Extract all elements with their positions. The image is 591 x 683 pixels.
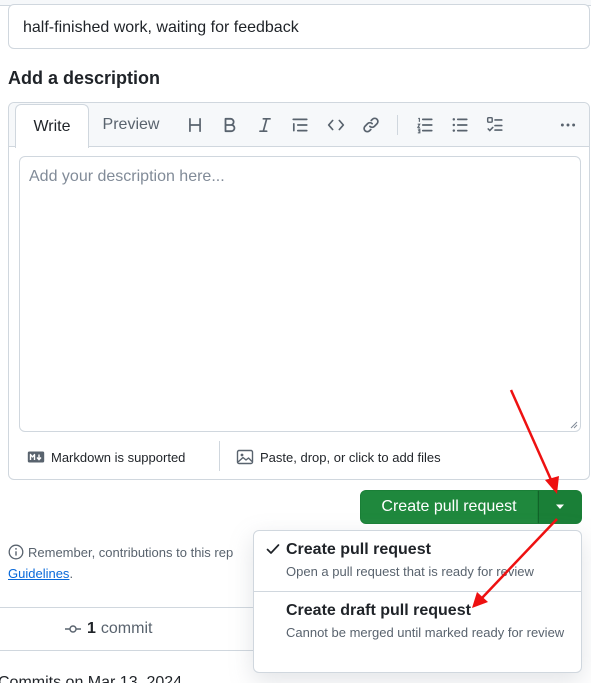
- editor-toolbar: Write Preview: [9, 103, 589, 148]
- tab-write[interactable]: Write: [15, 104, 89, 148]
- markdown-supported-label: Markdown is supported: [51, 449, 186, 465]
- footer-divider: [219, 441, 220, 471]
- commit-count-tab[interactable]: 1 commit: [64, 620, 152, 638]
- description-editor: Write Preview Add your description here.…: [8, 102, 590, 480]
- description-textarea[interactable]: Add your description here...: [19, 156, 581, 432]
- notice-suffix: .: [69, 566, 74, 581]
- pr-title-input[interactable]: half-finished work, waiting for feedback: [8, 4, 590, 49]
- italic-icon[interactable]: [254, 115, 276, 135]
- description-heading: Add a description: [8, 68, 161, 88]
- menu-item-create-draft-pull-request[interactable]: Create draft pull request Cannot be merg…: [254, 592, 581, 672]
- menu-item-title: Create draft pull request: [286, 602, 471, 619]
- commits-date-header: Commits on Mar 13, 2024: [0, 674, 183, 683]
- section-divider: [0, 607, 254, 608]
- markdown-icon: [27, 451, 45, 463]
- create-pull-request-button[interactable]: Create pull request: [360, 490, 538, 524]
- more-options-icon[interactable]: [557, 115, 579, 135]
- markdown-supported-link[interactable]: Markdown is supported: [27, 449, 185, 465]
- triangle-down-icon: [556, 504, 564, 509]
- editor-footer: Markdown is supported Paste, drop, or cl…: [9, 439, 589, 479]
- commit-count-label: commit: [100, 620, 153, 637]
- menu-item-title: Create pull request: [286, 541, 431, 558]
- section-divider: [0, 650, 254, 651]
- create-options-menu: Create pull request Open a pull request …: [253, 530, 582, 673]
- commit-count-number: 1: [87, 620, 96, 637]
- task-list-icon[interactable]: [484, 115, 506, 135]
- notice-text: Remember, contributions to this rep: [28, 545, 234, 560]
- git-commit-icon: [65, 625, 81, 633]
- pull-request-form: half-finished work, waiting for feedback…: [0, 0, 591, 683]
- image-icon: [236, 449, 254, 465]
- contribution-notice: Remember, contributions to this rep Guide…: [8, 542, 258, 584]
- info-icon: [8, 544, 24, 560]
- tab-preview[interactable]: Preview: [95, 103, 167, 147]
- guidelines-link[interactable]: Guidelines: [8, 566, 69, 581]
- menu-item-description: Cannot be merged until marked ready for …: [286, 625, 565, 640]
- ordered-list-icon[interactable]: [414, 115, 436, 135]
- heading-icon[interactable]: [184, 115, 206, 135]
- resize-grip-icon[interactable]: [570, 421, 578, 429]
- description-placeholder: Add your description here...: [29, 168, 225, 185]
- link-icon[interactable]: [360, 115, 382, 135]
- bold-icon[interactable]: [219, 115, 241, 135]
- quote-icon[interactable]: [289, 115, 311, 135]
- create-options-dropdown-button[interactable]: [538, 490, 582, 524]
- unordered-list-icon[interactable]: [449, 115, 471, 135]
- check-icon: [266, 544, 280, 554]
- toolbar-divider: [397, 115, 398, 135]
- menu-item-create-pull-request[interactable]: Create pull request Open a pull request …: [254, 531, 581, 591]
- attach-files-label: Paste, drop, or click to add files: [260, 449, 441, 465]
- menu-item-description: Open a pull request that is ready for re…: [286, 564, 534, 579]
- attach-files-button[interactable]: Paste, drop, or click to add files: [236, 449, 441, 465]
- code-icon[interactable]: [325, 115, 347, 135]
